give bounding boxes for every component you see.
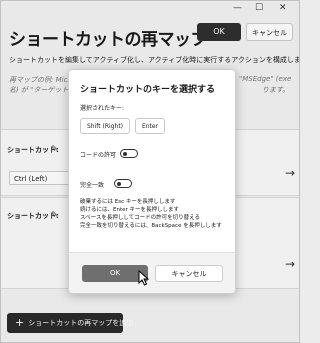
instruction-line: 完全一致を切り替えるには、BackSpace を長押しします bbox=[80, 223, 222, 229]
allow-chords-toggle[interactable] bbox=[120, 149, 138, 158]
exact-match-toggle[interactable] bbox=[114, 179, 132, 188]
instruction-line: 破棄するには Esc キーを長押しします bbox=[80, 199, 176, 205]
instruction-line: 続けるには、Enter キーを長押しします bbox=[80, 207, 180, 213]
dialog-cancel-button[interactable]: キャンセル bbox=[155, 265, 223, 282]
exact-match-label: 完全一致 bbox=[80, 182, 105, 189]
key-chip-shift-right: Shift (Right) bbox=[80, 118, 130, 134]
instruction-line: スペースを長押ししてコードの許可を切り替える bbox=[80, 215, 201, 221]
dialog-title: ショートカットのキーを選択する bbox=[80, 85, 216, 95]
selected-keys-label: 選択されたキー: bbox=[80, 105, 125, 112]
mouse-cursor-icon bbox=[138, 270, 150, 286]
dialog-footer: OK キャンセル bbox=[69, 252, 235, 293]
instructions-text: 破棄するには Esc キーを長押しします 続けるには、Enter キーを長押しし… bbox=[80, 198, 222, 230]
select-keys-dialog: ショートカットのキーを選択する 選択されたキー: Shift (Right) E… bbox=[68, 69, 236, 294]
key-chip-enter: Enter bbox=[135, 118, 165, 134]
allow-chords-label: コードの許可 bbox=[80, 152, 117, 159]
